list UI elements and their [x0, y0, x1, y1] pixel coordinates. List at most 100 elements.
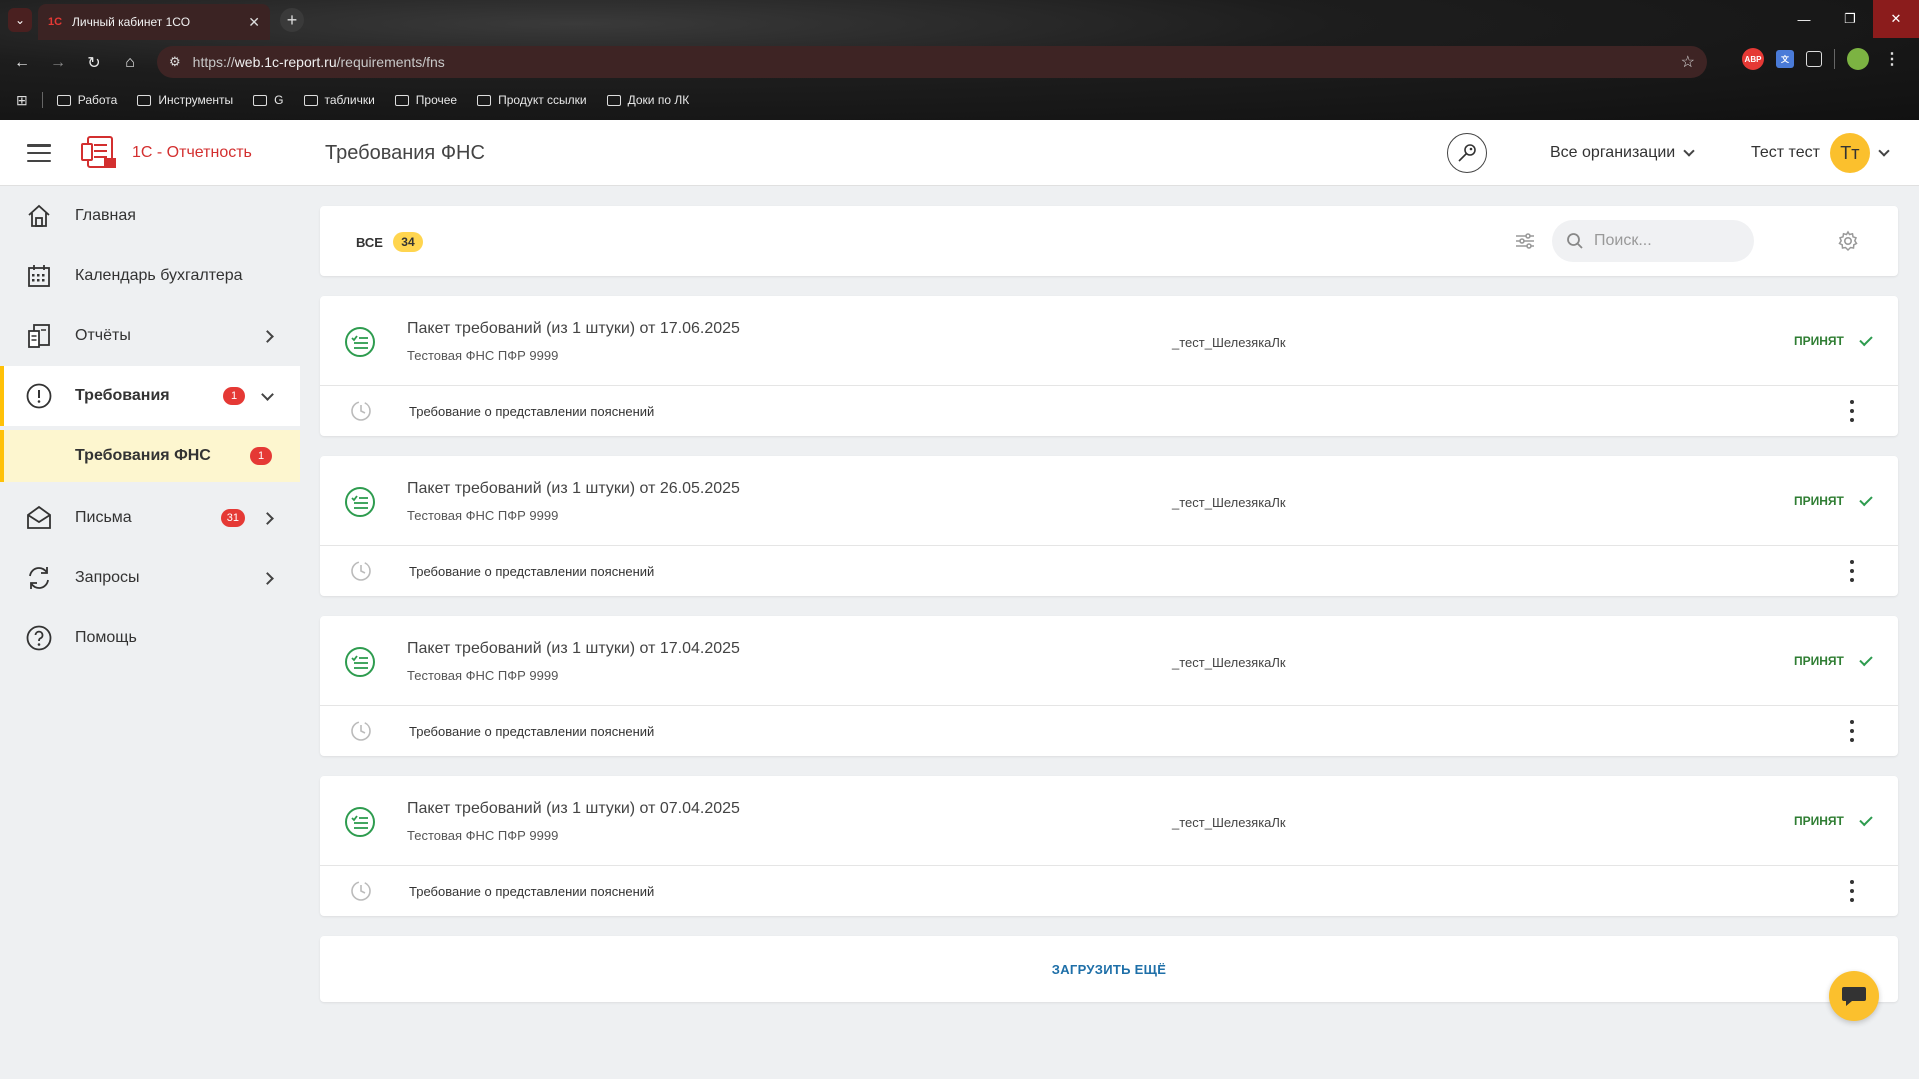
profile-avatar-icon[interactable]	[1847, 48, 1869, 70]
sync-icon	[25, 564, 53, 592]
extensions-puzzle-icon[interactable]	[1806, 51, 1822, 67]
bookmark-label: Работа	[77, 93, 118, 107]
requirement-package-card[interactable]: Пакет требований (из 1 штуки) от 17.06.2…	[320, 296, 1898, 436]
browser-menu-icon[interactable]: ⋮	[1881, 48, 1903, 70]
minimize-button[interactable]: —	[1781, 0, 1827, 38]
sidebar-item-help[interactable]: Помощь	[0, 608, 300, 668]
url-host: web.1c-report.ru	[234, 54, 337, 70]
folder-icon	[137, 94, 152, 106]
sidebar-item-letters[interactable]: Письма 31	[0, 488, 300, 548]
requirement-package-card[interactable]: Пакет требований (из 1 штуки) от 17.04.2…	[320, 616, 1898, 756]
reload-icon[interactable]: ↻	[76, 48, 112, 78]
chevron-down-icon	[261, 387, 274, 401]
tab-all[interactable]: ВСЕ 34	[356, 232, 423, 252]
bookmark-folder[interactable]: Продукт ссылки	[477, 93, 587, 107]
forward-icon[interactable]: →	[40, 48, 76, 78]
checklist-icon	[345, 327, 375, 357]
chevron-down-icon	[1878, 145, 1890, 157]
more-options-icon[interactable]	[1840, 398, 1864, 424]
requirement-document-title: Требование о представлении пояснений	[409, 404, 655, 419]
apps-grid-icon[interactable]: ⊞	[16, 92, 28, 109]
requirement-document-row[interactable]: Требование о представлении пояснений	[320, 386, 1898, 436]
key-button[interactable]	[1447, 133, 1487, 173]
browser-tab-active[interactable]: 1С Личный кабинет 1СО ✕	[38, 4, 270, 40]
sidebar-item-calendar[interactable]: Календарь бухгалтера	[0, 246, 300, 306]
site-info-icon[interactable]: ⚙	[169, 54, 181, 70]
alert-circle-icon	[25, 382, 53, 410]
count-badge: 34	[392, 232, 423, 252]
check-icon	[1859, 332, 1873, 346]
status-badge: ПРИНЯТ	[1794, 652, 1873, 668]
organization-selector[interactable]: Все организации	[1550, 144, 1695, 162]
filter-bar: ВСЕ 34	[320, 206, 1898, 276]
bookmark-label: Инструменты	[158, 93, 234, 107]
chat-button[interactable]	[1829, 971, 1879, 1021]
folder-icon	[606, 94, 621, 106]
sidebar-item-reports[interactable]: Отчёты	[0, 306, 300, 366]
load-more-button[interactable]: ЗАГРУЗИТЬ ЕЩЁ	[320, 936, 1898, 1002]
window-close-button[interactable]: ✕	[1873, 0, 1919, 38]
requirement-document-row[interactable]: Требование о представлении пояснений	[320, 866, 1898, 916]
folder-icon	[394, 94, 409, 106]
sidebar-item-label: Помощь	[75, 629, 137, 646]
clock-icon	[351, 881, 371, 901]
requirement-package-header[interactable]: Пакет требований (из 1 штуки) от 07.04.2…	[320, 776, 1898, 866]
logo[interactable]: 1С - Отчетность	[80, 134, 252, 172]
bookmark-folder[interactable]: таблички	[303, 93, 375, 107]
bookmark-star-icon[interactable]: ☆	[1681, 52, 1695, 72]
restore-button[interactable]: ❐	[1827, 0, 1873, 38]
tab-close-icon[interactable]: ✕	[248, 14, 260, 31]
new-tab-button[interactable]: +	[280, 8, 304, 32]
back-icon[interactable]: ←	[4, 48, 40, 78]
sidebar-item-requirements[interactable]: Требования 1	[0, 366, 300, 426]
sidebar-item-home[interactable]: Главная	[0, 186, 300, 246]
user-menu[interactable]: Тест тест Тт	[1751, 133, 1890, 173]
chevron-down-icon	[1683, 145, 1695, 157]
bookmark-folder[interactable]: G	[253, 93, 284, 107]
sidebar-item-label: Отчёты	[75, 327, 131, 344]
requirement-package-title: Пакет требований (из 1 штуки) от 17.04.2…	[407, 640, 740, 657]
more-options-icon[interactable]	[1840, 558, 1864, 584]
adblock-extension-icon[interactable]: ABP	[1742, 48, 1764, 70]
tab-search-button[interactable]: ⌄	[8, 8, 32, 32]
requirement-authority: Тестовая ФНС ПФР 9999	[407, 348, 559, 363]
logo-icon	[81, 136, 116, 168]
status-label: ПРИНЯТ	[1794, 654, 1844, 668]
bookmark-folder[interactable]: Прочее	[394, 93, 457, 107]
tab-favicon: 1С	[48, 16, 63, 28]
requirement-document-title: Требование о представлении пояснений	[409, 564, 655, 579]
notification-badge: 1	[250, 447, 272, 465]
requirement-package-header[interactable]: Пакет требований (из 1 штуки) от 17.04.2…	[320, 616, 1898, 706]
status-label: ПРИНЯТ	[1794, 334, 1844, 348]
folder-icon	[477, 94, 492, 106]
requirement-package-header[interactable]: Пакет требований (из 1 штуки) от 26.05.2…	[320, 456, 1898, 546]
calendar-icon	[25, 262, 53, 290]
filter-sliders-icon[interactable]	[1512, 228, 1538, 254]
sidebar-item-label: Требования	[75, 387, 170, 404]
requirement-document-row[interactable]: Требование о представлении пояснений	[320, 546, 1898, 596]
requirement-package-card[interactable]: Пакет требований (из 1 штуки) от 26.05.2…	[320, 456, 1898, 596]
page-title: Требования ФНС	[325, 142, 485, 164]
chevron-right-icon	[261, 329, 274, 343]
sidebar-item-queries[interactable]: Запросы	[0, 548, 300, 608]
browser-toolbar: ← → ↻ ⌂ ⚙ https://web.1c-report.ru/requi…	[0, 44, 1919, 82]
more-options-icon[interactable]	[1840, 718, 1864, 744]
address-bar[interactable]: ⚙ https://web.1c-report.ru/requirements/…	[157, 46, 1707, 78]
requirement-document-row[interactable]: Требование о представлении пояснений	[320, 706, 1898, 756]
check-icon	[1859, 812, 1873, 826]
requirement-package-header[interactable]: Пакет требований (из 1 штуки) от 17.06.2…	[320, 296, 1898, 386]
bookmark-label: Продукт ссылки	[498, 93, 587, 107]
requirement-organization: _тест_ШелезякаЛк	[1172, 815, 1286, 830]
bookmark-folder[interactable]: Инструменты	[137, 93, 233, 107]
search-input[interactable]	[1594, 232, 1744, 250]
more-options-icon[interactable]	[1840, 878, 1864, 904]
sidebar-subitem-fns-requirements[interactable]: Требования ФНС 1	[0, 430, 300, 482]
bookmark-folder[interactable]: Работа	[56, 93, 118, 107]
settings-gear-icon[interactable]	[1835, 228, 1861, 254]
requirement-package-card[interactable]: Пакет требований (из 1 штуки) от 07.04.2…	[320, 776, 1898, 916]
translate-extension-icon[interactable]: 文	[1776, 50, 1794, 68]
hamburger-menu-icon[interactable]	[27, 144, 51, 162]
bookmark-folder[interactable]: Доки по ЛК	[606, 93, 689, 107]
home-browser-icon[interactable]: ⌂	[112, 48, 148, 78]
url-text[interactable]: https://web.1c-report.ru/requirements/fn…	[193, 54, 1681, 70]
